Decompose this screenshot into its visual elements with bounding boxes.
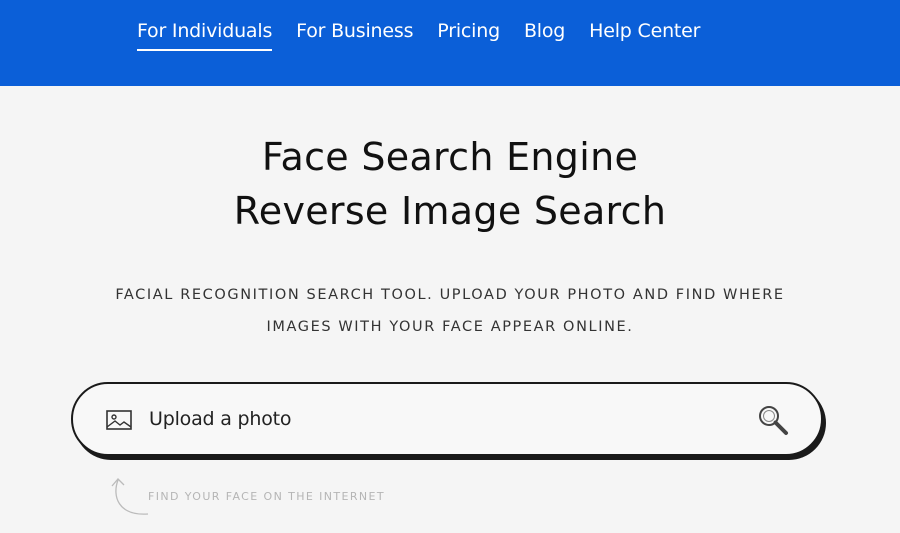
upload-photo-search-bar[interactable]: Upload a photo	[71, 382, 823, 456]
hint-text: FIND YOUR FACE ON THE INTERNET	[148, 490, 386, 503]
search-icon[interactable]	[757, 404, 789, 436]
page-title: Face Search Engine Reverse Image Search	[0, 130, 900, 238]
nav-link-for-individuals[interactable]: For Individuals	[137, 20, 272, 51]
nav-links: For Individuals For Business Pricing Blo…	[137, 20, 724, 51]
page-subtitle-line-1: FACIAL RECOGNITION SEARCH TOOL. UPLOAD Y…	[115, 287, 785, 303]
nav-link-blog[interactable]: Blog	[524, 20, 565, 48]
upload-photo-label[interactable]: Upload a photo	[149, 408, 292, 430]
page-subtitle-line-2: IMAGES WITH YOUR FACE APPEAR ONLINE.	[266, 319, 634, 335]
nav-link-for-business[interactable]: For Business	[296, 20, 413, 48]
page-subtitle: FACIAL RECOGNITION SEARCH TOOL. UPLOAD Y…	[0, 279, 900, 343]
nav-link-pricing[interactable]: Pricing	[437, 20, 500, 48]
page-title-line-1: Face Search Engine	[261, 135, 639, 179]
nav-link-help-center[interactable]: Help Center	[589, 20, 700, 48]
image-icon	[106, 410, 132, 430]
top-navbar: For Individuals For Business Pricing Blo…	[0, 0, 900, 86]
page-title-line-2: Reverse Image Search	[233, 189, 667, 233]
